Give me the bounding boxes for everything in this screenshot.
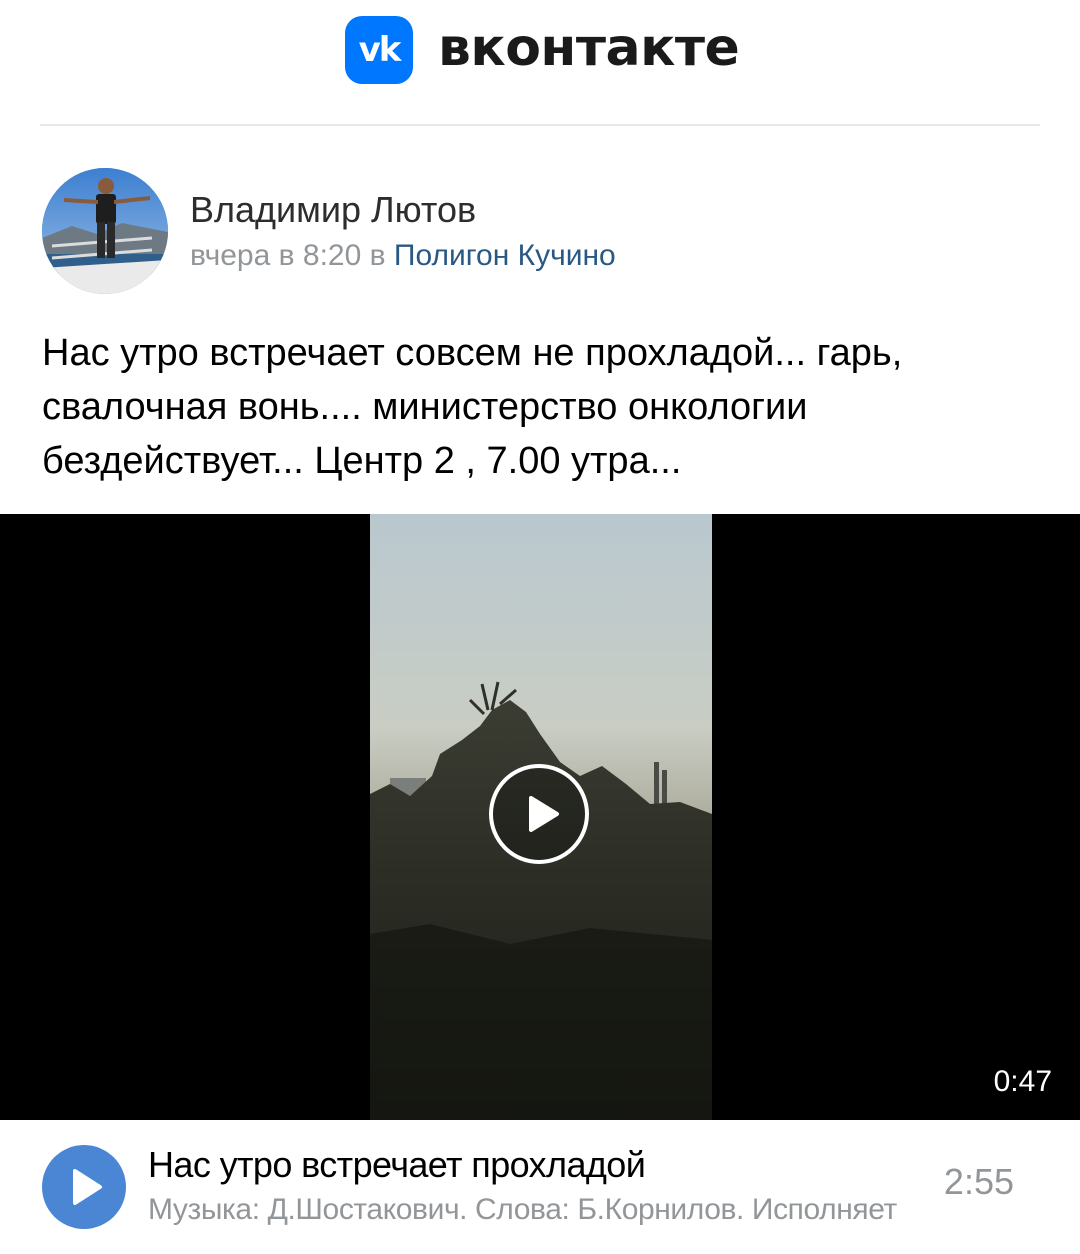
audio-track-duration: 2:55: [943, 1161, 1014, 1202]
brand-name[interactable]: вконтакте: [438, 18, 740, 78]
audio-track-artist: Музыка: Д.Шостакович. Слова: Б.Корнилов.…: [148, 1193, 897, 1226]
app-header: vk вконтакте: [0, 0, 1080, 100]
play-icon: [529, 796, 559, 832]
avatar[interactable]: [42, 168, 168, 294]
video-duration: 0:47: [993, 1065, 1052, 1098]
video-player[interactable]: 0:47: [0, 514, 1080, 1120]
post-author-name[interactable]: Владимир Лютов: [190, 190, 476, 230]
avatar-photo: [42, 168, 168, 294]
post-place-link[interactable]: Полигон Кучино: [394, 239, 616, 272]
vk-post-page: vk вконтакте Владимир Лютов вчера в 8:20…: [0, 0, 1080, 1254]
play-icon: [73, 1169, 102, 1205]
header-divider: [40, 124, 1040, 126]
post-text: Нас утро встречает совсем не прохладой..…: [42, 332, 903, 482]
post-meta: вчера в 8:20 в Полигон Кучино: [190, 238, 616, 274]
vk-logo-icon[interactable]: vk: [345, 16, 413, 84]
vk-logo-text: vk: [358, 30, 402, 70]
audio-play-button[interactable]: [42, 1145, 126, 1229]
video-play-button[interactable]: [489, 764, 589, 864]
post-time: вчера в 8:20 в: [190, 239, 394, 272]
audio-track-title[interactable]: Нас утро встречает прохладой: [148, 1144, 646, 1186]
